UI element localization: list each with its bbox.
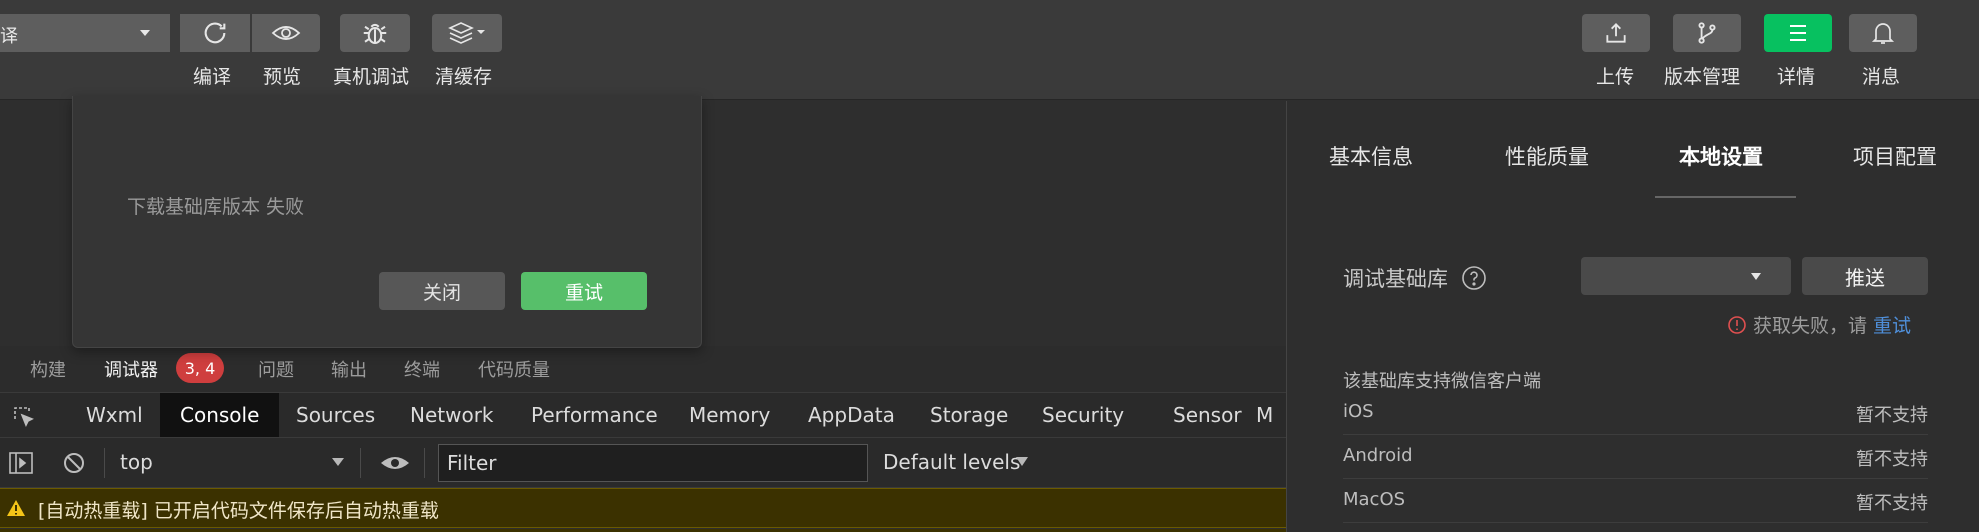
bug-icon [363, 23, 387, 44]
tab-code-quality[interactable]: 代码质量 [478, 356, 550, 382]
compile-mode-select[interactable]: 译 [0, 14, 170, 52]
debug-lib-label: 调试基础库 [1343, 267, 1448, 291]
fetch-fail-message: 获取失败，请 重试 [1727, 311, 1911, 338]
tab-local-settings[interactable]: 本地设置 [1679, 141, 1763, 171]
error-icon [1728, 315, 1746, 334]
download-failed-dialog: 下载基础库版本 失败 关闭 重试 [72, 96, 702, 348]
console-warning-row: [自动热重载] 已开启代码文件保存后自动热重载 [0, 488, 1286, 528]
chevron-down-icon [1751, 273, 1761, 280]
tab-output[interactable]: 输出 [331, 356, 367, 382]
refresh-icon [204, 22, 226, 44]
upload-icon [1606, 23, 1626, 43]
tab-problems[interactable]: 问题 [258, 356, 294, 382]
chevron-down-icon [332, 458, 344, 466]
support-title: 该基础库支持微信客户端 [1343, 371, 1541, 392]
compile-button[interactable] [180, 14, 250, 52]
os-status: 暂不支持 [1856, 449, 1928, 470]
compile-mode-text: 译 [0, 26, 18, 47]
details-label: 详情 [1777, 66, 1816, 88]
tab-debugger[interactable]: 调试器 [104, 356, 158, 382]
retry-button[interactable]: 重试 [521, 272, 647, 310]
toolbar-divider [424, 448, 425, 478]
chevron-down-icon [1016, 457, 1028, 466]
tab-build[interactable]: 构建 [30, 356, 66, 382]
console-toolbar: top Default levels [0, 438, 1286, 488]
compile-label: 编译 [193, 66, 232, 88]
retry-link[interactable]: 重试 [1873, 311, 1911, 338]
close-button[interactable]: 关闭 [379, 272, 505, 310]
preview-button[interactable] [252, 14, 320, 52]
details-panel: 基本信息 性能质量 本地设置 项目配置 调试基础库 推送 获取失败，请 重试 该… [1286, 101, 1979, 532]
bell-icon [1871, 23, 1895, 44]
tab-console[interactable]: Console [160, 393, 280, 437]
context-select[interactable]: top [120, 450, 153, 474]
device-debug-button[interactable] [340, 14, 410, 52]
console-output: [自动热重载] 已开启代码文件保存后自动热重载 [0, 488, 1286, 532]
top-toolbar: 译 编译 预览 真机调试 清缓存 上传 版本管理 详情 消息 [0, 0, 1979, 100]
sidebar-toggle-icon[interactable] [8, 451, 34, 475]
debug-lib-select[interactable] [1581, 257, 1791, 295]
tab-performance[interactable]: Performance [511, 393, 678, 437]
log-levels-select[interactable]: Default levels [883, 450, 1020, 474]
tab-terminal[interactable]: 终端 [404, 356, 440, 382]
tab-security[interactable]: Security [1022, 393, 1144, 437]
clear-cache-button[interactable] [432, 14, 502, 52]
tab-memory[interactable]: Memory [669, 393, 790, 437]
console-filter-input[interactable] [438, 444, 868, 482]
tab-appdata[interactable]: AppData [788, 393, 915, 437]
panel-tabs: 构建 调试器 3, 4 问题 输出 终端 代码质量 [0, 346, 1286, 392]
warning-icon [7, 500, 25, 516]
inspect-element-icon[interactable] [12, 405, 36, 429]
os-status: 暂不支持 [1856, 405, 1928, 426]
tab-sources[interactable]: Sources [276, 393, 395, 437]
toolbar-divider [360, 448, 361, 478]
tab-wxml[interactable]: Wxml [66, 393, 163, 437]
os-name: MacOS [1343, 489, 1406, 510]
version-manage-label: 版本管理 [1664, 66, 1741, 88]
messages-label: 消息 [1862, 66, 1901, 88]
tab-sensor[interactable]: Sensor [1153, 393, 1262, 437]
toolbar-divider [104, 448, 105, 478]
tab-project-config[interactable]: 项目配置 [1853, 141, 1937, 171]
chevron-down-icon [140, 30, 150, 36]
clear-console-icon[interactable] [62, 451, 86, 475]
help-icon[interactable] [1461, 265, 1487, 291]
push-button[interactable]: 推送 [1802, 257, 1928, 295]
os-support-row: iOS 暂不支持 [1343, 391, 1928, 435]
tab-storage[interactable]: Storage [910, 393, 1028, 437]
branch-icon [1698, 22, 1716, 44]
dialog-message: 下载基础库版本 失败 [127, 196, 305, 218]
debugger-error-badge: 3, 4 [176, 353, 224, 383]
eye-icon [271, 26, 301, 40]
eye-icon[interactable] [380, 453, 410, 473]
os-name: Android [1343, 445, 1413, 466]
devtools-tabs: Wxml Console Sources Network Performance… [0, 392, 1286, 438]
fetch-fail-text: 获取失败，请 [1753, 315, 1868, 337]
os-support-row: Android 暂不支持 [1343, 435, 1928, 479]
console-warning-text: [自动热重载] 已开启代码文件保存后自动热重载 [38, 500, 439, 522]
messages-button[interactable] [1849, 14, 1917, 52]
upload-label: 上传 [1596, 66, 1635, 88]
device-debug-label: 真机调试 [333, 66, 410, 88]
layers-icon [448, 22, 485, 44]
os-support-row: MacOS 暂不支持 [1343, 479, 1928, 523]
os-status: 暂不支持 [1856, 493, 1928, 514]
tab-more[interactable]: M [1256, 393, 1273, 437]
details-button[interactable] [1764, 14, 1832, 52]
version-manage-button[interactable] [1673, 14, 1741, 52]
clear-cache-label: 清缓存 [435, 66, 493, 88]
tab-performance-quality[interactable]: 性能质量 [1505, 141, 1589, 171]
devtools-window: 译 编译 预览 真机调试 清缓存 上传 版本管理 详情 消息 构建 调试器 3,… [0, 0, 1979, 532]
preview-label: 预览 [263, 66, 302, 88]
upload-button[interactable] [1582, 14, 1650, 52]
os-name: iOS [1343, 401, 1374, 422]
menu-icon [1790, 25, 1806, 41]
tab-basic-info[interactable]: 基本信息 [1329, 141, 1413, 171]
tab-network[interactable]: Network [390, 393, 514, 437]
active-tab-indicator [1655, 196, 1796, 198]
